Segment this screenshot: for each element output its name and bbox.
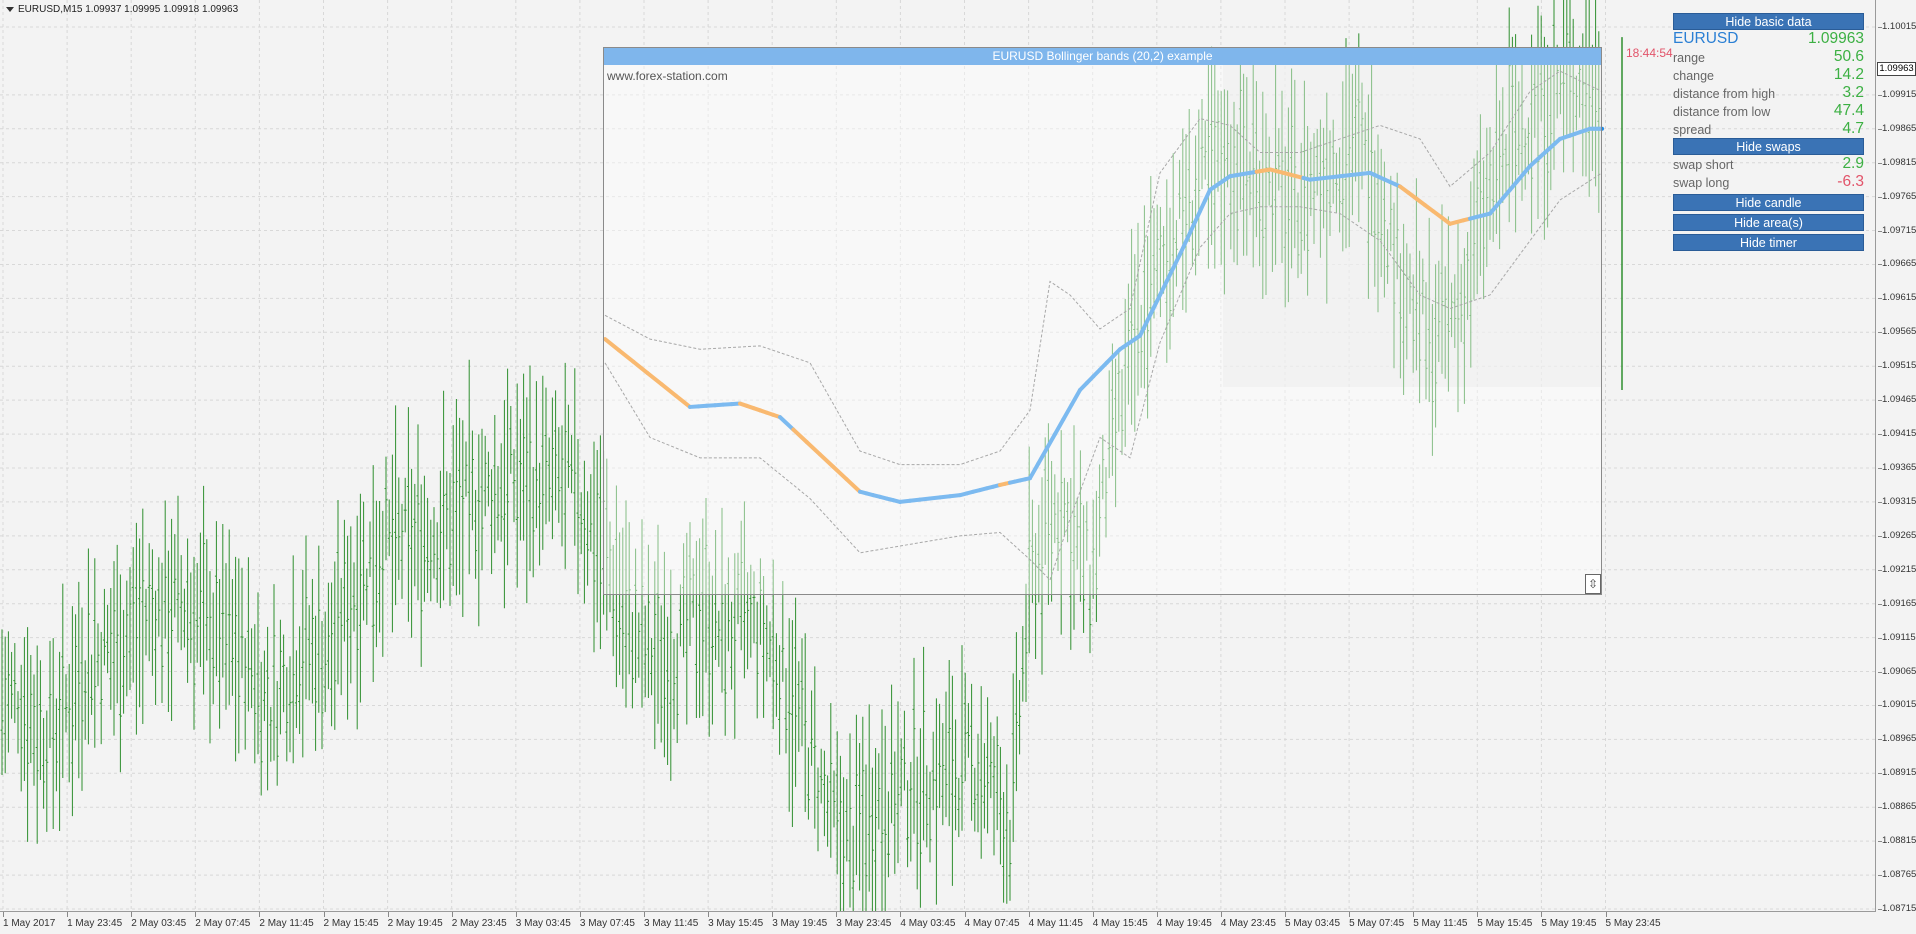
time-tick: 5 May 23:45 — [1605, 912, 1661, 929]
price-tick: 1.09515 — [1877, 360, 1916, 372]
time-tick: 4 May 19:45 — [1156, 912, 1212, 929]
resize-handle-icon[interactable]: ⇳ — [1585, 574, 1601, 594]
hide-areas-button[interactable]: Hide area(s) — [1673, 214, 1864, 231]
symbol-row: EURUSD 1.09963 — [1673, 30, 1864, 48]
swap-row-long: swap long -6.3 — [1673, 173, 1864, 191]
time-tick: 5 May 15:45 — [1477, 912, 1533, 929]
price-tick: 1.09265 — [1877, 529, 1916, 541]
price-tick: 1.09815 — [1877, 156, 1916, 168]
time-axis[interactable]: 1 May 2017 1 May 23:45 2 May 03:45 2 May 07… — [0, 912, 1876, 934]
price-tick: 1.09215 — [1877, 563, 1916, 575]
time-tick: 1 May 2017 — [3, 912, 56, 929]
stat-row-change: change 14.2 — [1673, 66, 1864, 84]
price-tick: 1.09065 — [1877, 665, 1916, 677]
price-tick: 1.09715 — [1877, 224, 1916, 236]
time-tick: 5 May 03:45 — [1285, 912, 1341, 929]
price-tick: 1.09465 — [1877, 394, 1916, 406]
time-tick: 3 May 19:45 — [772, 912, 828, 929]
price-tick: 1.09115 — [1878, 631, 1916, 643]
current-price-label: 1.09963 — [1877, 62, 1916, 76]
hide-timer-button[interactable]: Hide timer — [1673, 234, 1864, 251]
stat-row-spread: spread 4.7 — [1673, 120, 1864, 138]
symbol-info: EURUSD,M15 1.09937 1.09995 1.09918 1.099… — [18, 4, 239, 15]
stat-label: distance from high — [1673, 87, 1776, 101]
time-tick: 4 May 15:45 — [1092, 912, 1148, 929]
hide-basic-data-button[interactable]: Hide basic data — [1673, 13, 1864, 30]
symbol-header: EURUSD,M15 1.09937 1.09995 1.09918 1.099… — [6, 4, 238, 15]
time-tick: 4 May 03:45 — [900, 912, 956, 929]
price-tick: 1.09615 — [1877, 292, 1916, 304]
stat-row-distance-from-high: distance from high 3.2 — [1673, 84, 1864, 102]
time-tick: 2 May 03:45 — [131, 912, 187, 929]
price-tick: 1.09415 — [1877, 428, 1916, 440]
chart-window[interactable]: EURUSD,M15 1.09937 1.09995 1.09918 1.099… — [0, 0, 1916, 934]
price-tick: 1.08815 — [1877, 835, 1916, 847]
price-tick: 1.08915 — [1877, 767, 1916, 779]
swap-value: 2.9 — [1842, 155, 1864, 172]
stat-label: change — [1673, 69, 1715, 83]
price-tick: 1.09865 — [1877, 122, 1916, 134]
stat-row-distance-from-low: distance from low 47.4 — [1673, 102, 1864, 120]
stat-label: spread — [1673, 123, 1712, 137]
candle-timer: 18:44:54 — [1626, 46, 1673, 60]
time-tick: 5 May 07:45 — [1349, 912, 1405, 929]
price-tick: 1.09165 — [1877, 597, 1916, 609]
info-object-box[interactable]: EURUSD Bollinger bands (20,2) example ww… — [603, 47, 1602, 595]
hide-candle-button[interactable]: Hide candle — [1673, 194, 1864, 211]
stat-value: 3.2 — [1842, 84, 1864, 101]
time-tick: 4 May 07:45 — [964, 912, 1020, 929]
hide-swaps-button[interactable]: Hide swaps — [1673, 138, 1864, 155]
symbol-price: 1.09963 — [1807, 30, 1864, 47]
time-tick: 2 May 11:45 — [259, 912, 314, 929]
object-url: www.forex-station.com — [607, 69, 728, 83]
price-tick: 1.08715 — [1877, 903, 1916, 914]
time-tick: 4 May 23:45 — [1220, 912, 1276, 929]
price-axis[interactable]: 1.10015 1.09915 1.09865 1.09815 1.09765 1.097… — [1877, 0, 1916, 914]
time-tick: 2 May 19:45 — [387, 912, 443, 929]
stat-label: range — [1673, 51, 1705, 65]
price-tick: 1.09565 — [1877, 326, 1916, 338]
stat-value: 50.6 — [1833, 48, 1864, 65]
time-tick: 1 May 23:45 — [67, 912, 123, 929]
price-tick: 1.09665 — [1877, 258, 1916, 270]
price-tick: 1.08965 — [1877, 733, 1916, 745]
price-tick: 1.10015 — [1877, 21, 1916, 32]
time-tick: 3 May 03:45 — [515, 912, 571, 929]
stat-label: distance from low — [1673, 105, 1771, 119]
price-tick: 1.09915 — [1877, 88, 1916, 100]
time-tick: 3 May 07:45 — [579, 912, 635, 929]
time-tick: 2 May 15:45 — [323, 912, 379, 929]
time-tick: 5 May 19:45 — [1541, 912, 1597, 929]
time-tick: 3 May 11:45 — [644, 912, 699, 929]
price-tick: 1.09365 — [1877, 462, 1916, 473]
stat-value: 14.2 — [1833, 66, 1864, 83]
swap-value: -6.3 — [1837, 173, 1864, 190]
info-panel: Hide basic data EURUSD 1.09963 range 50.6… — [1673, 13, 1864, 251]
swap-label: swap short — [1673, 158, 1734, 172]
stat-row-range: range 50.6 — [1673, 48, 1864, 66]
time-tick: 5 May 11:45 — [1413, 912, 1468, 929]
time-tick: 2 May 23:45 — [451, 912, 507, 929]
time-tick: 3 May 15:45 — [708, 912, 764, 929]
swap-row-short: swap short 2.9 — [1673, 155, 1864, 173]
stat-value: 47.4 — [1833, 102, 1864, 119]
price-tick: 1.09765 — [1877, 190, 1916, 202]
swap-label: swap long — [1673, 176, 1730, 190]
time-tick: 2 May 07:45 — [195, 912, 251, 929]
price-tick: 1.08765 — [1877, 869, 1916, 881]
price-tick: 1.09315 — [1877, 495, 1916, 507]
time-tick: 4 May 11:45 — [1028, 912, 1083, 929]
collapse-triangle-icon[interactable] — [6, 6, 14, 12]
symbol-name: EURUSD — [1673, 30, 1739, 47]
stat-value: 4.7 — [1842, 120, 1864, 137]
price-tick: 1.09015 — [1877, 699, 1916, 711]
time-tick: 3 May 23:45 — [836, 912, 892, 929]
object-title: EURUSD Bollinger bands (20,2) example — [604, 48, 1601, 65]
price-tick: 1.08865 — [1877, 801, 1916, 813]
